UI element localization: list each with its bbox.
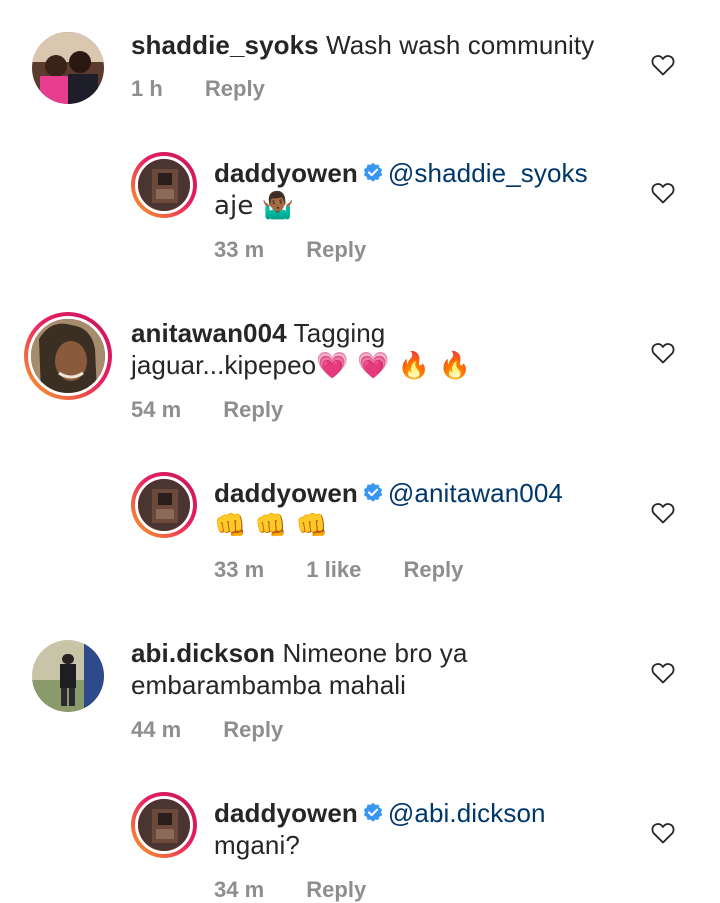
comment-username[interactable]: abi.dickson	[131, 638, 275, 668]
comment-body: aje 🤷🏾‍♂️	[214, 191, 295, 221]
avatar[interactable]	[24, 312, 112, 400]
comment-time: 1 h	[131, 76, 163, 101]
avatar-photo	[138, 159, 190, 211]
comment-body-line1: Nimeone bro ya	[282, 638, 468, 668]
reply-button[interactable]: Reply	[306, 237, 366, 262]
avatar-photo	[138, 799, 190, 851]
avatar[interactable]	[131, 792, 197, 858]
avatar-photo	[32, 32, 104, 104]
mention-link[interactable]: @abi.dickson	[388, 798, 546, 828]
comment-body-line1: Tagging	[293, 318, 386, 348]
heart-icon[interactable]	[651, 342, 675, 364]
reply-daddyowen-1: daddyowen @shaddie_syoks aje 🤷🏾‍♂️ 33 m R…	[0, 140, 720, 270]
comment-text: daddyowen @shaddie_syoks aje 🤷🏾‍♂️	[214, 157, 664, 222]
reply-button[interactable]: Reply	[223, 397, 283, 422]
comment-username[interactable]: daddyowen	[214, 798, 358, 828]
avatar-photo	[31, 319, 105, 393]
comment-meta: 44 m Reply	[131, 717, 319, 743]
reply-button[interactable]: Reply	[403, 557, 463, 582]
comment-body: 👊 👊 👊	[214, 511, 329, 541]
comment-body-line2: jaguar...kipepeo	[131, 350, 317, 380]
reply-button[interactable]: Reply	[306, 877, 366, 902]
comment-anitawan004: anitawan004 Tagging jaguar...kipepeo💗 💗 …	[0, 300, 720, 440]
comment-text: daddyowen @abi.dickson mgani?	[214, 797, 664, 861]
comment-username[interactable]: daddyowen	[214, 478, 358, 508]
heart-icon[interactable]	[651, 662, 675, 684]
comment-time: 34 m	[214, 877, 265, 902]
comment-shaddie-syoks: shaddie_syoks Wash wash community 1 h Re…	[0, 0, 720, 130]
verified-badge-icon	[363, 162, 382, 182]
mention-link[interactable]: @anitawan004	[388, 478, 563, 508]
heart-icon[interactable]	[651, 822, 675, 844]
comment-body: Wash wash community	[326, 30, 595, 60]
comment-text: daddyowen @anitawan004 👊 👊 👊	[214, 477, 664, 542]
avatar[interactable]	[131, 472, 197, 538]
comment-time: 33 m	[214, 237, 265, 262]
reply-button[interactable]: Reply	[205, 76, 265, 101]
comment-text: shaddie_syoks Wash wash community	[131, 29, 651, 61]
heart-icon[interactable]	[651, 182, 675, 204]
heart-icon[interactable]	[651, 502, 675, 524]
verified-badge-icon	[363, 802, 382, 822]
comment-text: anitawan004 Tagging jaguar...kipepeo💗 💗 …	[131, 317, 631, 382]
comment-username[interactable]: anitawan004	[131, 318, 287, 348]
reply-button[interactable]: Reply	[223, 717, 283, 742]
mention-link[interactable]: @shaddie_syoks	[388, 158, 588, 188]
comment-username[interactable]: shaddie_syoks	[131, 30, 319, 60]
verified-badge-icon	[363, 482, 382, 502]
comment-meta: 54 m Reply	[131, 397, 319, 423]
comment-time: 33 m	[214, 557, 265, 582]
comment-time: 54 m	[131, 397, 182, 422]
comment-username[interactable]: daddyowen	[214, 158, 358, 188]
comment-text: abi.dickson Nimeone bro ya embarambamba …	[131, 637, 631, 701]
avatar[interactable]	[32, 32, 104, 104]
like-count[interactable]: 1 like	[306, 557, 361, 582]
comment-meta: 33 m 1 like Reply	[214, 557, 499, 583]
avatar[interactable]	[131, 152, 197, 218]
avatar-photo	[32, 640, 104, 712]
avatar-photo	[138, 479, 190, 531]
reply-daddyowen-3: daddyowen @abi.dickson mgani? 34 m Reply	[0, 780, 720, 902]
heart-icon[interactable]	[651, 54, 675, 76]
comment-meta: 1 h Reply	[131, 76, 301, 102]
comment-body: mgani?	[214, 830, 300, 860]
comment-emojis: 💗 💗 🔥 🔥	[316, 351, 472, 381]
comment-time: 44 m	[131, 717, 182, 742]
comment-meta: 34 m Reply	[214, 877, 402, 903]
reply-daddyowen-2: daddyowen @anitawan004 👊 👊 👊 33 m 1 like …	[0, 460, 720, 590]
avatar[interactable]	[32, 640, 104, 712]
comment-body-line2: embarambamba mahali	[131, 670, 407, 700]
comment-abi-dickson: abi.dickson Nimeone bro ya embarambamba …	[0, 620, 720, 760]
comment-meta: 33 m Reply	[214, 237, 402, 263]
